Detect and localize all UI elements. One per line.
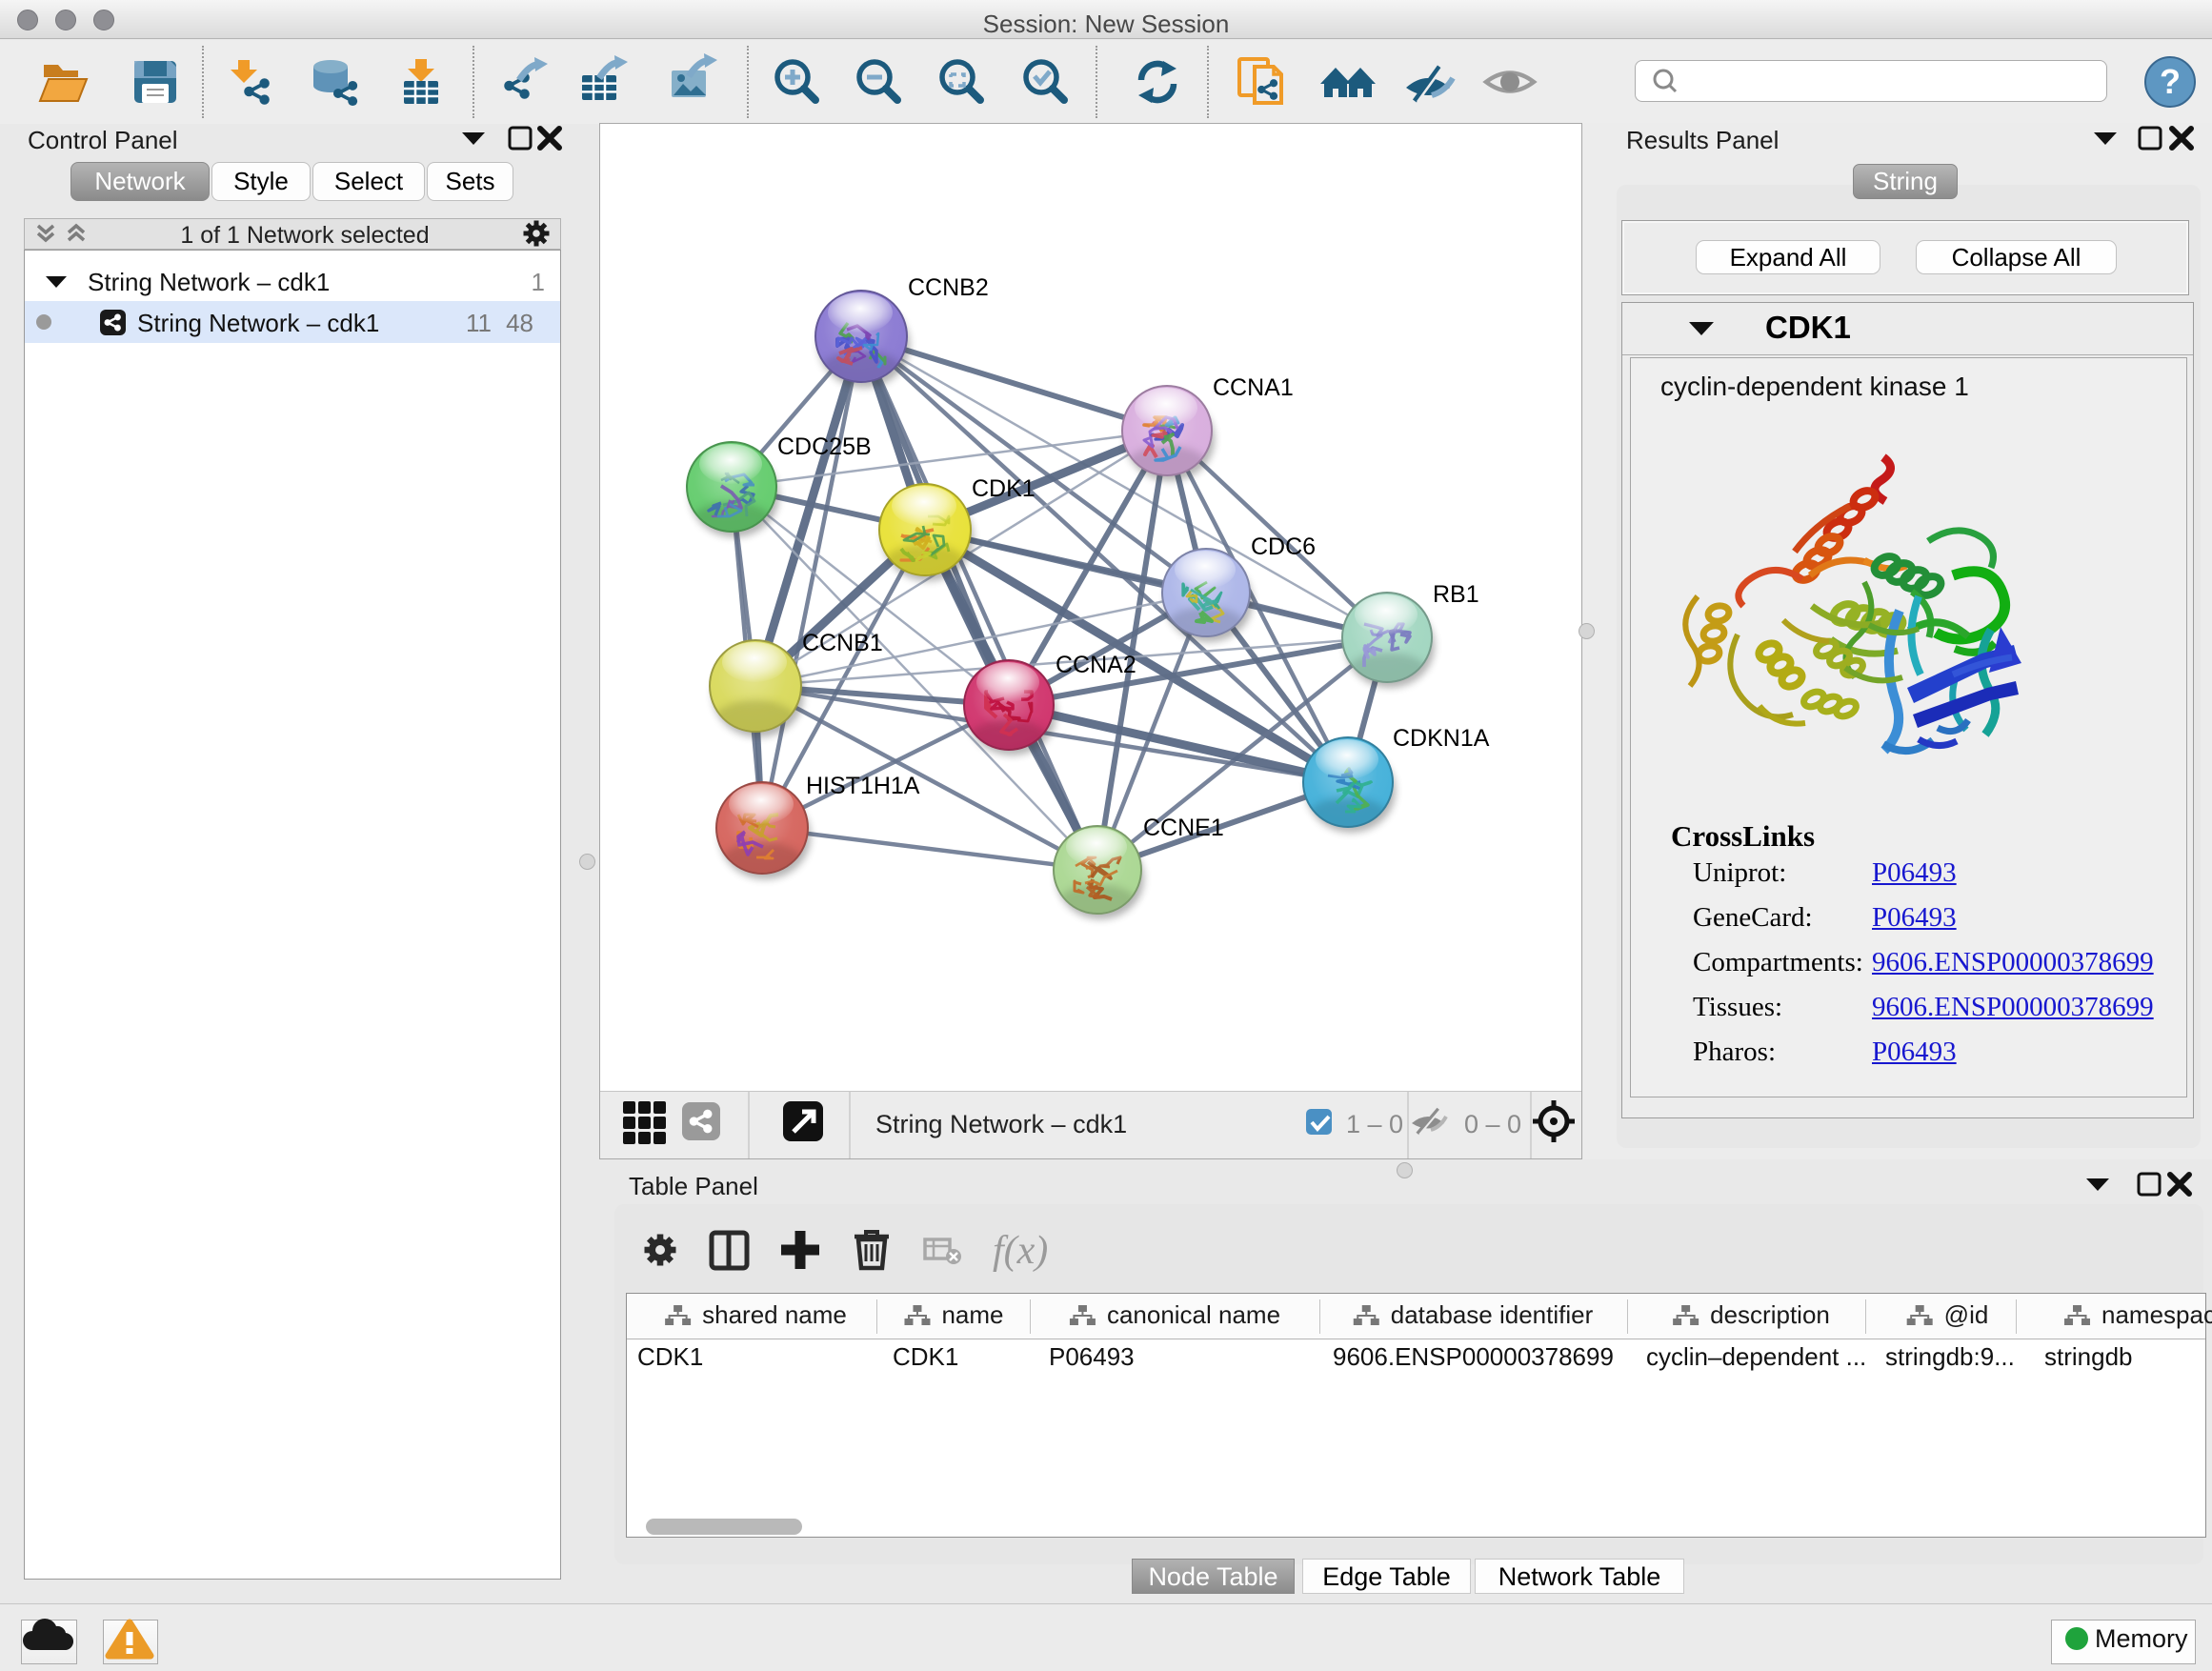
svg-text:CDK1: CDK1 — [972, 475, 1036, 502]
svg-text:CCNB2: CCNB2 — [908, 274, 989, 301]
svg-text:?: ? — [2160, 62, 2181, 101]
svg-text:CCNA1: CCNA1 — [1213, 374, 1294, 401]
svg-text:CDC25B: CDC25B — [777, 433, 872, 460]
svg-text:RB1: RB1 — [1433, 581, 1479, 608]
svg-text:CDC6: CDC6 — [1251, 534, 1316, 560]
svg-text:CDKN1A: CDKN1A — [1393, 725, 1490, 752]
svg-text:f(x): f(x) — [993, 1229, 1048, 1273]
svg-text:CCNE1: CCNE1 — [1143, 815, 1224, 841]
svg-text:CCNA2: CCNA2 — [1056, 652, 1136, 678]
svg-text:HIST1H1A: HIST1H1A — [806, 773, 920, 799]
svg-text:CCNB1: CCNB1 — [802, 630, 883, 656]
